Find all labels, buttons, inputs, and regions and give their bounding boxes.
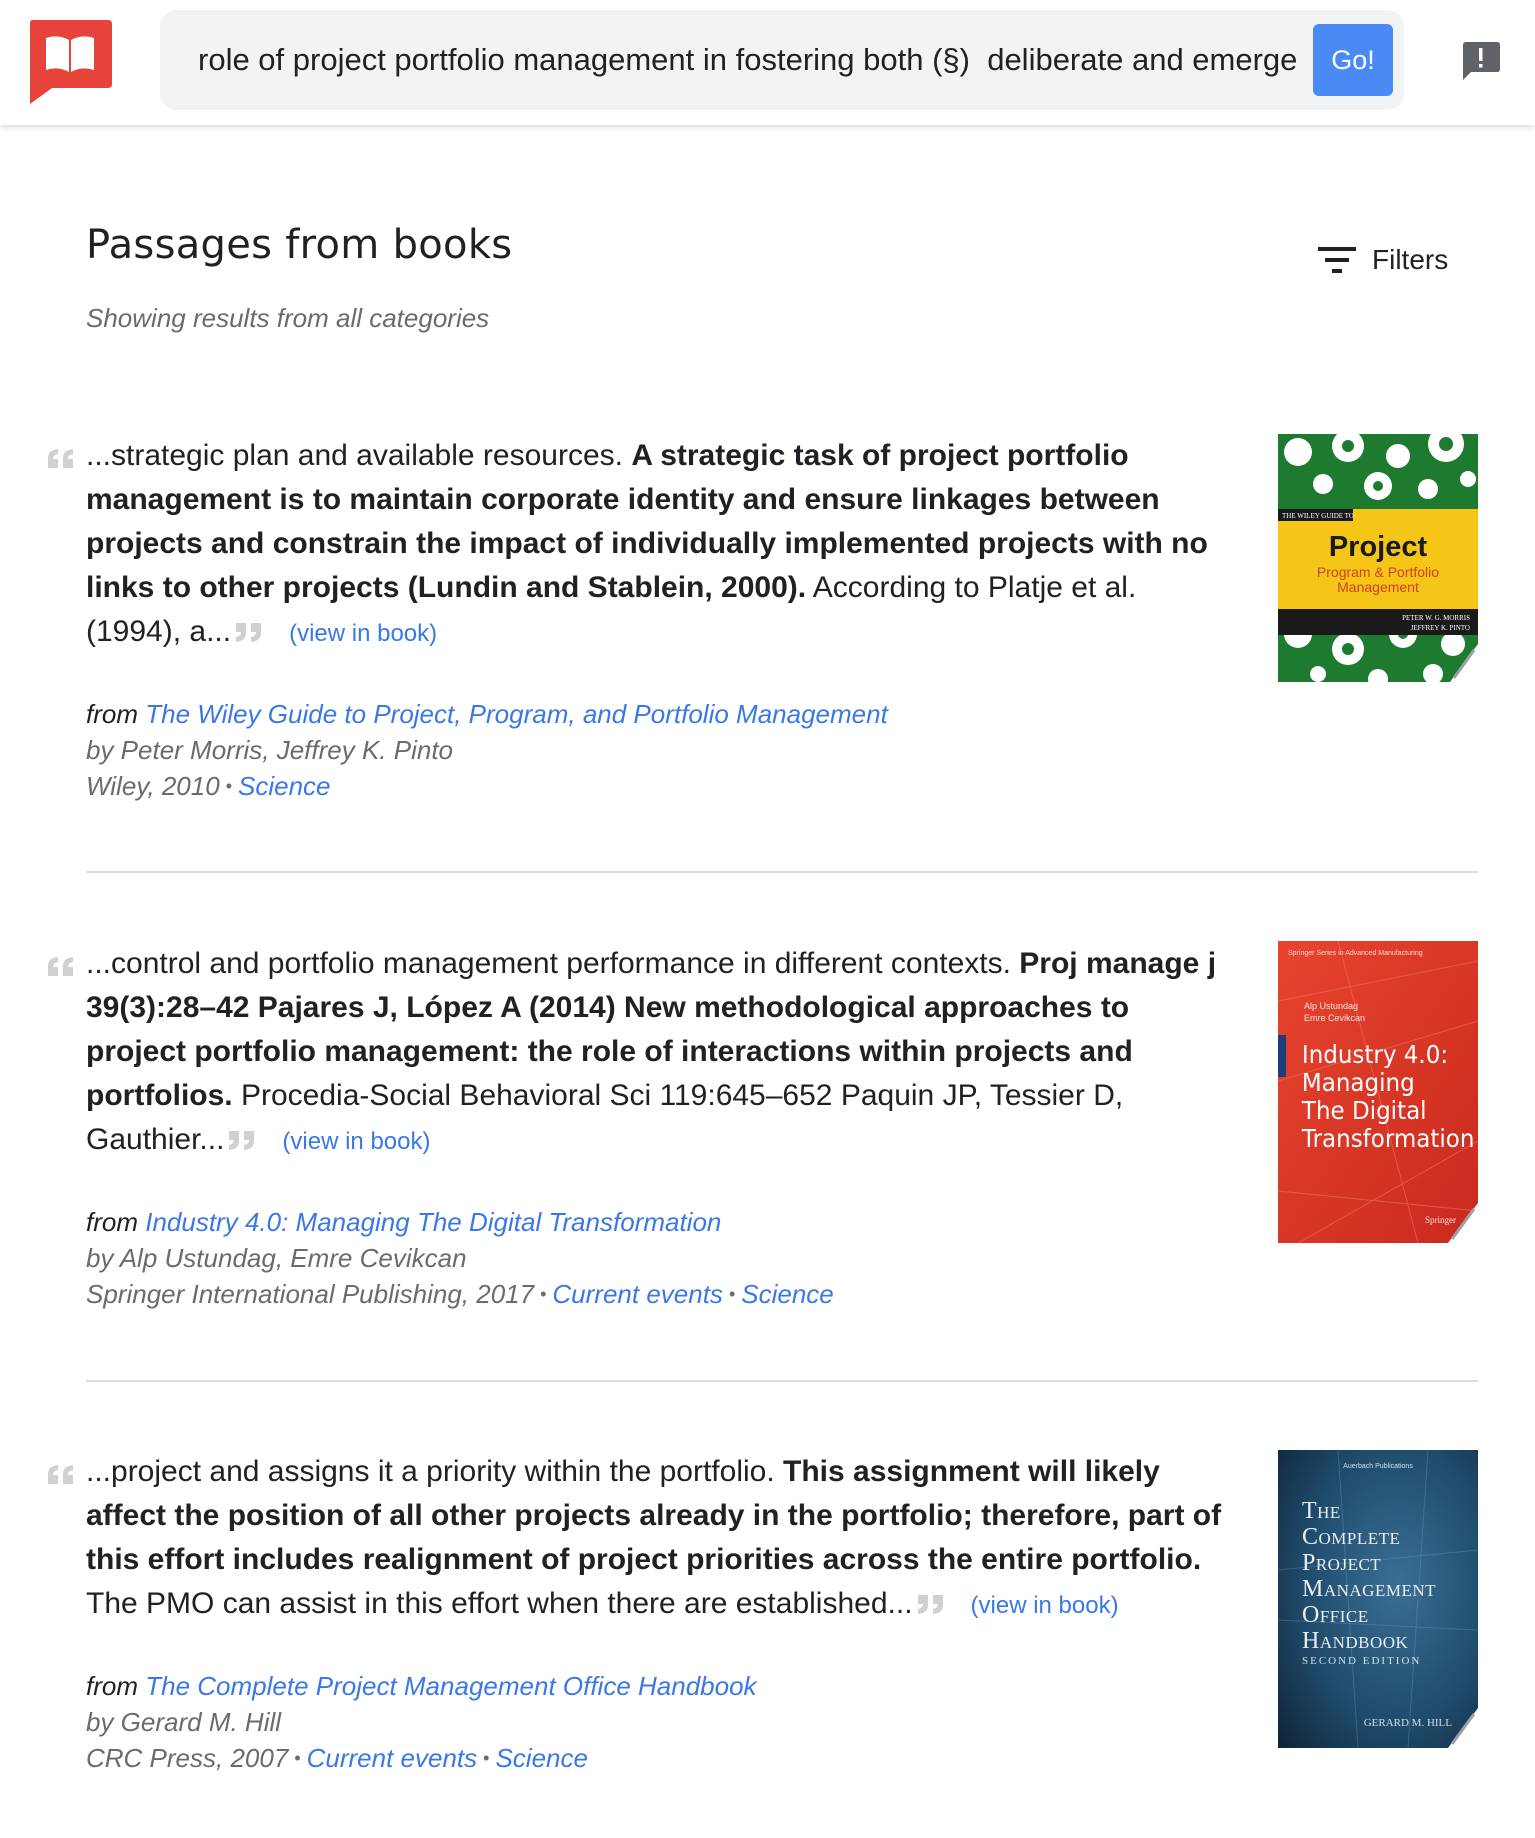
book-cover-image[interactable]: Auerbach Publications The Complete Proje… xyxy=(1278,1450,1478,1748)
filter-icon xyxy=(1318,247,1356,273)
svg-text:PETER W. G. MORRIS: PETER W. G. MORRIS xyxy=(1402,614,1470,622)
passage-text: ...strategic plan and available resource… xyxy=(86,439,1208,648)
svg-text:JEFFREY K. PINTO: JEFFREY K. PINTO xyxy=(1411,624,1470,632)
from-label: from xyxy=(86,1207,138,1237)
result-divider xyxy=(86,871,1478,873)
svg-text:Handbook: Handbook xyxy=(1302,1628,1409,1654)
book-meta: from Industry 4.0: Managing The Digital … xyxy=(86,1207,834,1309)
svg-text:Industry 4.0:: Industry 4.0: xyxy=(1302,1040,1448,1069)
svg-text:Managing: Managing xyxy=(1302,1068,1415,1097)
svg-text:Transformation: Transformation xyxy=(1301,1124,1474,1153)
category-link-current-events[interactable]: Current events xyxy=(307,1743,478,1773)
from-label: from xyxy=(86,699,138,729)
passage-text: ...project and assigns it a priority wit… xyxy=(86,1455,1222,1620)
filters-label: Filters xyxy=(1372,244,1449,275)
svg-text:Springer: Springer xyxy=(1425,1215,1456,1225)
category-link-current-events[interactable]: Current events xyxy=(552,1279,723,1309)
view-in-book-link[interactable]: (view in book) xyxy=(971,1592,1119,1619)
open-quote-icon xyxy=(48,957,73,976)
view-in-book-link[interactable]: (view in book) xyxy=(282,1128,430,1155)
book-publisher: Springer International Publishing, 2017 xyxy=(86,1279,535,1309)
svg-text:Complete: Complete xyxy=(1302,1524,1400,1550)
close-quote-icon xyxy=(236,623,262,643)
book-title-link[interactable]: The Wiley Guide to Project, Program, and… xyxy=(145,699,888,729)
close-quote-icon xyxy=(229,1131,255,1151)
filters-button[interactable]: Filters xyxy=(1318,240,1448,280)
results-subtitle: Showing results from all categories xyxy=(86,303,490,333)
svg-text:Project: Project xyxy=(1329,531,1428,563)
search-box: Go! xyxy=(160,10,1404,110)
book-cover-image[interactable]: THE WILEY GUIDE TO Project Program & Por… xyxy=(1278,434,1478,682)
book-authors: by Gerard M. Hill xyxy=(86,1707,282,1737)
svg-text:Program & Portfolio: Program & Portfolio xyxy=(1317,564,1439,580)
close-quote-icon xyxy=(917,1595,943,1615)
book-cover-image[interactable]: Springer Series in Advanced Manufacturin… xyxy=(1278,941,1478,1243)
category-link-science[interactable]: Science xyxy=(238,771,331,801)
svg-text:Management: Management xyxy=(1337,579,1419,595)
go-button[interactable]: Go! xyxy=(1313,24,1393,96)
book-publisher: CRC Press, 2007 xyxy=(86,1743,289,1773)
category-link-science[interactable]: Science xyxy=(495,1743,588,1773)
svg-text:THE WILEY GUIDE TO: THE WILEY GUIDE TO xyxy=(1282,512,1354,520)
svg-text:Alp Ustundag: Alp Ustundag xyxy=(1304,1001,1358,1011)
top-bar: Go! xyxy=(0,0,1535,125)
view-in-book-link[interactable]: (view in book) xyxy=(289,620,437,647)
books-logo-icon[interactable] xyxy=(26,18,114,104)
svg-text:Emre Cevikcan: Emre Cevikcan xyxy=(1304,1013,1365,1023)
result-divider xyxy=(86,1380,1478,1382)
book-authors: by Peter Morris, Jeffrey K. Pinto xyxy=(86,735,454,765)
svg-text:Springer Series in Advanced Ma: Springer Series in Advanced Manufacturin… xyxy=(1288,950,1423,957)
page-title: Passages from books xyxy=(86,222,513,268)
book-authors: by Alp Ustundag, Emre Cevikcan xyxy=(86,1243,467,1273)
category-link-science[interactable]: Science xyxy=(741,1279,834,1309)
feedback-icon[interactable] xyxy=(1458,38,1502,82)
book-meta: from The Wiley Guide to Project, Program… xyxy=(86,699,888,801)
svg-text:Auerbach Publications: Auerbach Publications xyxy=(1343,1463,1413,1470)
svg-text:The: The xyxy=(1302,1498,1341,1524)
svg-text:Management: Management xyxy=(1302,1576,1436,1602)
svg-text:SECOND EDITION: SECOND EDITION xyxy=(1302,1655,1421,1667)
book-title-link[interactable]: Industry 4.0: Managing The Digital Trans… xyxy=(145,1207,721,1237)
book-publisher: Wiley, 2010 xyxy=(86,771,220,801)
svg-text:Office: Office xyxy=(1302,1602,1369,1628)
open-quote-icon xyxy=(48,449,73,468)
book-title-link[interactable]: The Complete Project Management Office H… xyxy=(145,1671,756,1701)
passage-text: ...control and portfolio management perf… xyxy=(86,947,1217,1156)
open-quote-icon xyxy=(48,1465,73,1484)
search-input[interactable] xyxy=(198,10,1298,110)
svg-text:The Digital: The Digital xyxy=(1301,1096,1427,1125)
book-meta: from The Complete Project Management Off… xyxy=(86,1671,757,1773)
svg-text:GERARD M. HILL: GERARD M. HILL xyxy=(1364,1717,1453,1729)
svg-text:Project: Project xyxy=(1302,1550,1381,1576)
from-label: from xyxy=(86,1671,138,1701)
